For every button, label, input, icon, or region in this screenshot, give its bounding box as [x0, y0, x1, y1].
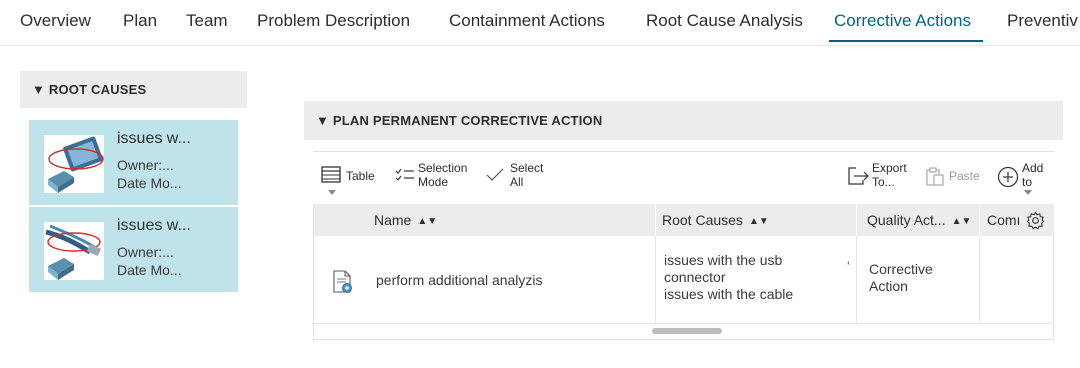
paste-button[interactable]: Paste: [925, 162, 985, 196]
column-header-label: Root Causes: [662, 212, 743, 228]
select-all-label-line2: All: [510, 175, 524, 189]
root-cause-date: Date Mo...: [117, 175, 182, 191]
tab-root-cause-analysis[interactable]: Root Cause Analysis: [646, 11, 803, 31]
tab-preventive-actions[interactable]: Preventiv: [1007, 11, 1078, 31]
column-header-label: Quality Act...: [867, 212, 946, 228]
selection-mode-label-line2: Mode: [418, 175, 449, 189]
quality-action-line: Action: [869, 278, 908, 294]
checkmark-icon: [486, 168, 504, 181]
active-tab-indicator: [829, 40, 983, 42]
quality-action-line: Corrective: [869, 261, 933, 277]
paste-icon: [926, 167, 944, 186]
table-view-label: Table: [346, 169, 375, 183]
select-all-label-line1: Select: [510, 161, 544, 175]
tab-problem-description[interactable]: Problem Description: [257, 11, 410, 31]
column-header-quality-action[interactable]: Quality Act... ▲▼: [867, 204, 979, 236]
root-cause-card[interactable]: issues w... Owner:... Date Mo...: [29, 207, 238, 292]
select-all-button[interactable]: Select All: [485, 162, 545, 196]
column-divider: [856, 236, 857, 324]
sort-icon: ▲▼: [417, 216, 438, 227]
corrective-actions-table: Name ▲▼ Root Causes ▲▼ Quality Act... ▲▼ Co…: [313, 204, 1054, 340]
root-cause-owner: Owner:...: [117, 244, 174, 260]
tab-plan[interactable]: Plan: [123, 11, 157, 31]
chevron-down-icon: [328, 190, 336, 195]
horizontal-scrollbar[interactable]: [652, 328, 722, 334]
export-label-line2: To...: [872, 175, 895, 189]
sort-icon: ▲▼: [748, 216, 769, 227]
column-divider: [856, 204, 857, 236]
root-causes-section-header[interactable]: ▼ ROOT CAUSES: [20, 71, 247, 108]
sort-icon: ▲▼: [951, 216, 972, 227]
root-cause-card[interactable]: issues w... Owner:... Date Mo...: [29, 120, 238, 205]
add-label-line2: to: [1022, 175, 1033, 189]
column-header-name[interactable]: Name ▲▼: [374, 204, 644, 236]
selection-mode-icon: [395, 168, 414, 181]
tab-corrective-actions[interactable]: Corrective Actions: [834, 11, 971, 31]
plan-corrective-action-section-header[interactable]: ▼ PLAN PERMANENT CORRECTIVE ACTION: [304, 101, 1063, 140]
root-cause-line: connector: [664, 269, 726, 285]
column-header-comments[interactable]: Comı: [987, 204, 1025, 236]
selection-mode-label-line1: Selection: [418, 161, 468, 175]
paste-label: Paste: [949, 169, 980, 183]
add-label-line1: Add: [1022, 161, 1044, 175]
column-header-label: Name: [374, 212, 412, 228]
column-divider: [979, 204, 980, 236]
chevron-down-icon: [1024, 190, 1032, 195]
table-view-button[interactable]: Table: [321, 162, 381, 196]
column-divider: [979, 236, 980, 324]
root-cause-date: Date Mo...: [117, 262, 182, 278]
tab-team[interactable]: Team: [186, 11, 228, 31]
usb-cable-thumbnail: [44, 222, 104, 280]
root-cause-owner: Owner:...: [117, 157, 174, 173]
tab-bar: Overview Plan Team Problem Description C…: [0, 0, 1080, 46]
table-icon: [321, 166, 341, 183]
tab-overview[interactable]: Overview: [20, 11, 91, 31]
export-label-line1: Export: [872, 161, 907, 175]
gear-icon[interactable]: [1026, 211, 1045, 230]
column-header-root-causes[interactable]: Root Causes ▲▼: [662, 204, 852, 236]
add-circle-icon: [997, 166, 1019, 188]
export-to-button[interactable]: Export To...: [848, 162, 918, 196]
usb-connector-thumbnail: [44, 135, 104, 193]
plan-section-title: ▼ PLAN PERMANENT CORRECTIVE ACTION: [316, 113, 603, 128]
table-header: Name ▲▼ Root Causes ▲▼ Quality Act... ▲▼ Co…: [314, 204, 1054, 236]
column-divider: [655, 204, 656, 236]
table-row[interactable]: perform additional analyzis issues with …: [314, 236, 1054, 324]
tab-containment-actions[interactable]: Containment Actions: [449, 11, 605, 31]
selection-mode-button[interactable]: Selection Mode: [395, 162, 475, 196]
table-toolbar: Table Selection Mode Select All Export T…: [313, 151, 1054, 205]
root-cause-line: issues with the usb: [664, 252, 783, 268]
document-badge-icon: [333, 270, 352, 293]
root-causes-title: ▼ ROOT CAUSES: [32, 82, 147, 97]
root-cause-title: issues w...: [117, 217, 191, 234]
export-icon: [848, 167, 869, 185]
root-cause-title: issues w...: [117, 130, 191, 147]
action-name[interactable]: perform additional analyzis: [376, 272, 543, 289]
column-divider: [655, 236, 656, 324]
root-cause-line: issues with the cable: [664, 286, 794, 302]
add-to-button[interactable]: Add to: [997, 162, 1053, 196]
